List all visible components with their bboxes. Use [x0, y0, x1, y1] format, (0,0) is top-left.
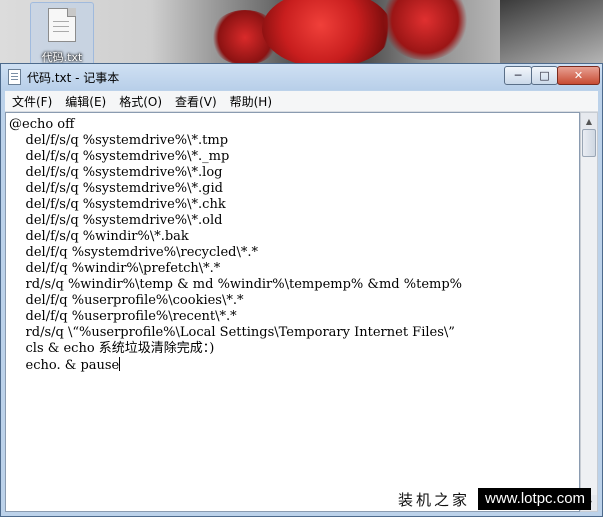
scroll-up-arrow-icon[interactable]: ▲: [581, 113, 597, 129]
scroll-thumb[interactable]: [582, 129, 596, 157]
editor-text[interactable]: @echo off del/f/s/q %systemdrive%\*.tmp …: [9, 117, 462, 374]
wallpaper-rose: [380, 0, 470, 60]
menu-view[interactable]: 查看(V): [168, 93, 223, 110]
editor-content: @echo off del/f/s/q %systemdrive%\*.tmp …: [9, 117, 463, 373]
menu-edit[interactable]: 编辑(E): [58, 93, 112, 110]
menu-format[interactable]: 格式(O): [112, 93, 168, 110]
wallpaper-rose: [262, 0, 392, 68]
close-button[interactable]: ✕: [557, 66, 600, 85]
desktop-file-icon[interactable]: 代码.txt: [30, 2, 94, 68]
minimize-button[interactable]: ─: [504, 66, 532, 85]
menu-file[interactable]: 文件(F): [5, 93, 58, 110]
vertical-scrollbar[interactable]: ▲ ▼: [580, 112, 598, 512]
wallpaper-foliage: [500, 0, 603, 70]
text-editor[interactable]: @echo off del/f/s/q %systemdrive%\*.tmp …: [5, 112, 580, 512]
site-watermark: 装机之家 www.lotpc.com: [398, 487, 592, 511]
notepad-icon[interactable]: [8, 69, 21, 85]
menu-help[interactable]: 帮助(H): [223, 93, 278, 110]
text-file-icon: [48, 8, 76, 42]
watermark-site-name: 装机之家: [398, 490, 471, 509]
watermark-url: www.lotpc.com: [478, 488, 592, 510]
menu-bar: 文件(F) 编辑(E) 格式(O) 查看(V) 帮助(H): [5, 91, 598, 112]
text-caret: [119, 357, 121, 371]
window-title: 代码.txt - 记事本: [27, 71, 120, 85]
maximize-button[interactable]: □: [531, 66, 558, 85]
title-bar[interactable]: 代码.txt - 记事本 ─ □ ✕: [1, 64, 602, 90]
desktop-wallpaper: 代码.txt: [0, 0, 603, 70]
notepad-window: 代码.txt - 记事本 ─ □ ✕ 文件(F) 编辑(E) 格式(O) 查看(…: [0, 63, 603, 517]
